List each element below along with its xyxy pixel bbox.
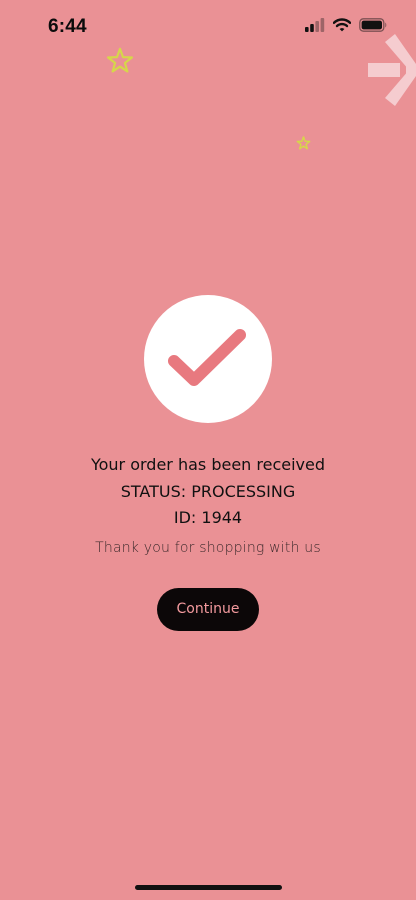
thank-you-message: Thank you for shopping with us xyxy=(95,540,321,556)
home-indicator[interactable] xyxy=(135,885,282,890)
order-confirmation-screen: 6:44 Your order has been received STATUS… xyxy=(0,0,416,900)
confirmation-title: Your order has been received xyxy=(90,455,326,474)
status-bar: 6:44 xyxy=(0,0,416,54)
cellular-signal-icon xyxy=(305,18,325,32)
star-icon xyxy=(296,136,311,150)
wifi-icon xyxy=(333,18,351,32)
asterisk-logo-icon xyxy=(368,34,416,106)
success-badge xyxy=(144,295,272,423)
checkmark-icon xyxy=(168,329,246,386)
status-time: 6:44 xyxy=(48,16,87,37)
order-id: ID: 1944 xyxy=(173,508,243,527)
status-icons xyxy=(305,18,388,32)
star-icon xyxy=(106,47,134,73)
continue-button[interactable]: Continue xyxy=(157,588,259,631)
order-status: STATUS: PROCESSING xyxy=(120,482,296,501)
battery-icon xyxy=(359,18,388,32)
